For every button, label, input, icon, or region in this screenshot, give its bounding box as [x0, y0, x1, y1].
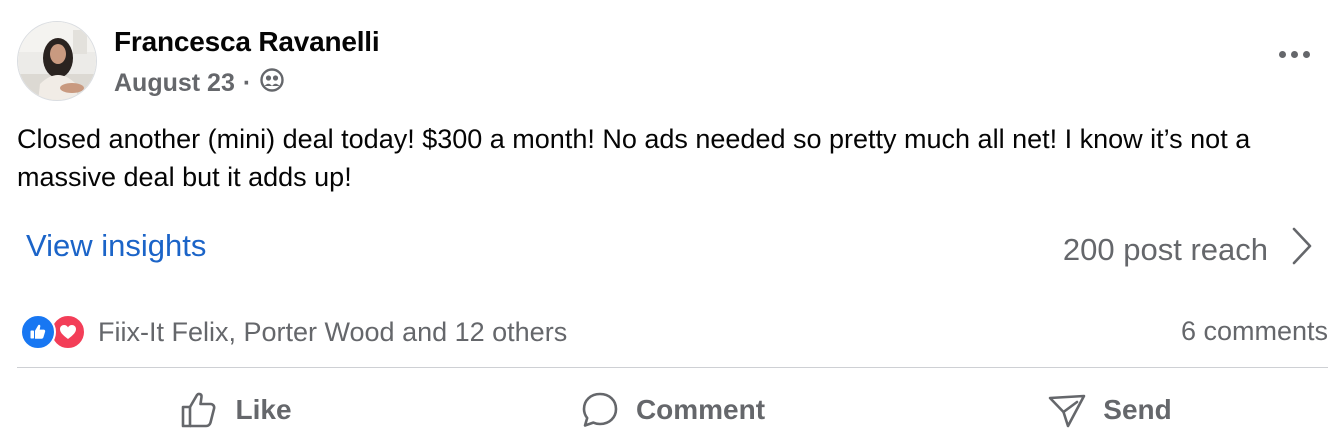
- author-name[interactable]: Francesca Ravanelli: [114, 26, 380, 58]
- post-text: Closed another (mini) deal today! $300 a…: [17, 124, 1251, 192]
- like-reaction-icon: [20, 314, 56, 350]
- comment-label: Comment: [635, 394, 766, 425]
- chevron-right-icon: [1290, 226, 1314, 274]
- thumbs-up-icon: [179, 390, 219, 430]
- more-dot: [1302, 50, 1310, 58]
- send-button[interactable]: Send: [891, 380, 1328, 440]
- post-actions: Like Comment Send: [17, 380, 1328, 440]
- send-label: Send: [1103, 394, 1172, 425]
- more-dot: [1278, 50, 1286, 58]
- reactors-text[interactable]: Fiix-It Felix, Porter Wood and 12 others: [98, 317, 567, 348]
- post-reach-label: 200 post reach: [1062, 232, 1268, 267]
- comment-button[interactable]: Comment: [454, 380, 891, 440]
- reaction-icons: [20, 314, 86, 350]
- post-meta: August 23 ·: [114, 67, 285, 100]
- feed-post: Francesca Ravanelli August 23 · Closed a…: [0, 0, 1344, 442]
- like-label: Like: [235, 394, 292, 425]
- author-avatar[interactable]: [17, 21, 97, 101]
- post-reach[interactable]: 200 post reach: [1063, 226, 1314, 274]
- meta-separator: ·: [242, 69, 252, 97]
- more-dot: [1290, 50, 1298, 58]
- post-date[interactable]: August 23: [114, 69, 235, 98]
- friends-icon[interactable]: [259, 67, 285, 100]
- view-insights-link[interactable]: View insights: [26, 228, 206, 264]
- like-button[interactable]: Like: [17, 380, 454, 440]
- reactions-summary[interactable]: Fiix-It Felix, Porter Wood and 12 others: [20, 314, 567, 350]
- comment-icon: [580, 390, 620, 430]
- more-options-icon[interactable]: [1274, 44, 1314, 64]
- send-icon: [1047, 390, 1087, 430]
- comments-count[interactable]: 6 comments: [1181, 316, 1328, 347]
- action-divider: [17, 367, 1328, 368]
